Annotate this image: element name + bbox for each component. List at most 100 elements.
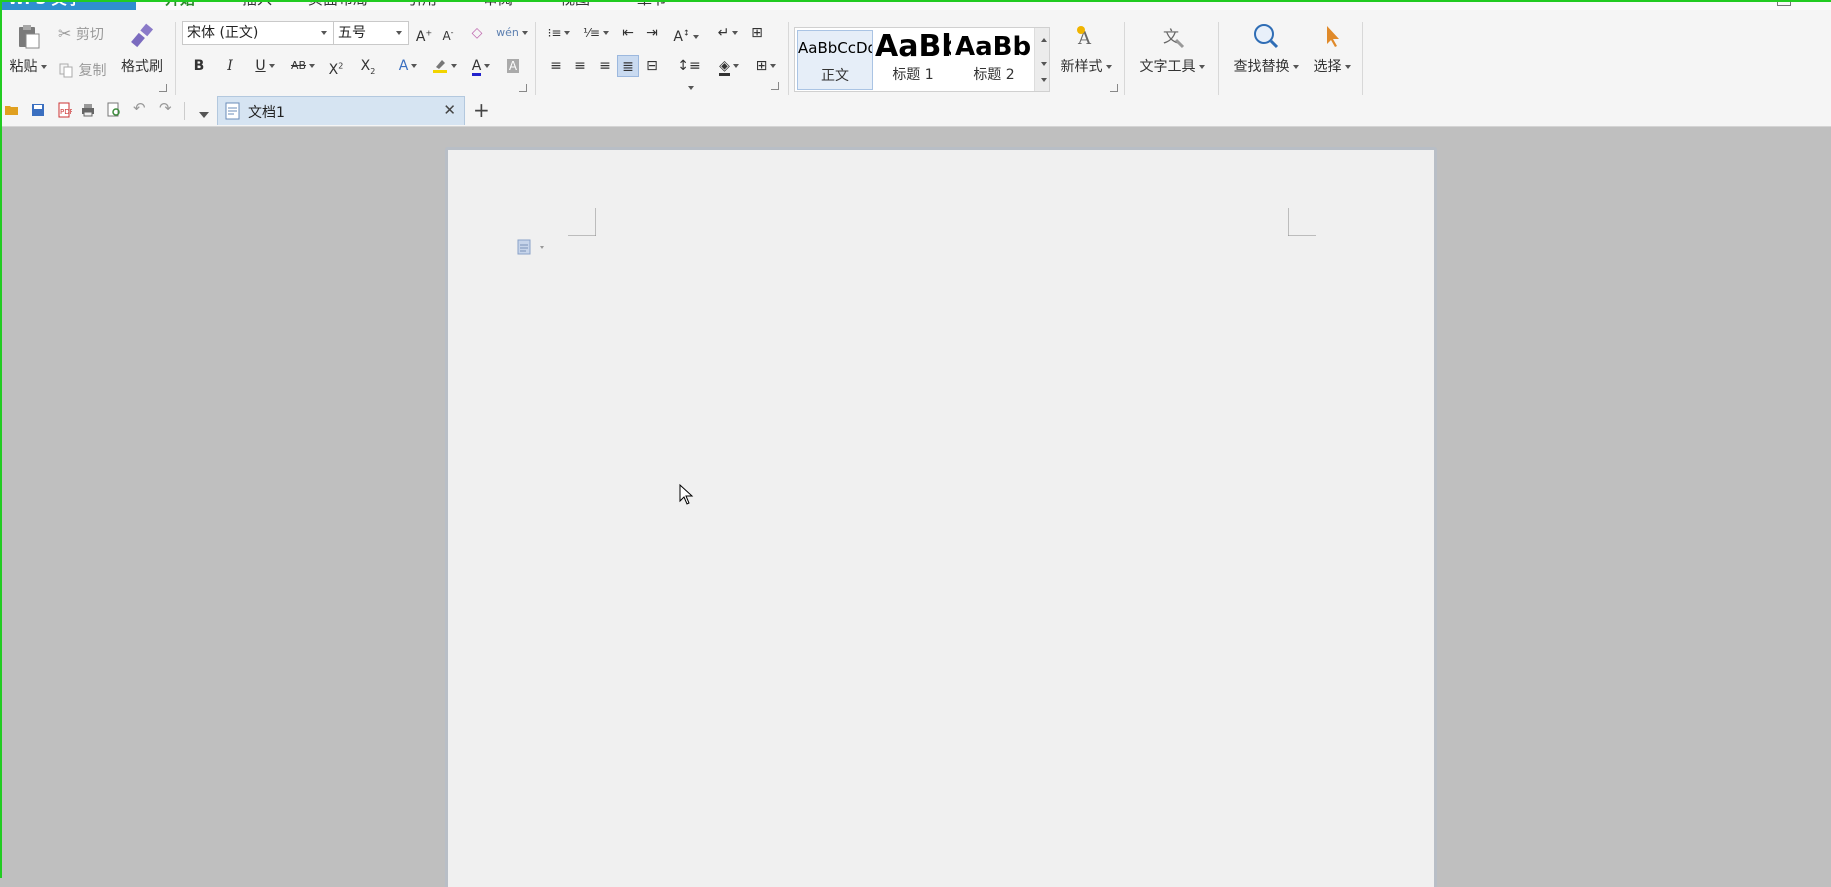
text-effect-button[interactable]: A (393, 55, 423, 77)
cut-button[interactable]: ✂ 剪切 (58, 24, 104, 44)
font-name-select[interactable]: 宋体 (正文) (182, 21, 334, 45)
align-left-button[interactable]: ≡ (545, 55, 567, 77)
grow-font-button[interactable]: A+ (413, 22, 435, 45)
style-heading-2[interactable]: AaBb( 标题 2 (955, 30, 1033, 90)
align-right-icon: ≡ (599, 58, 611, 74)
superscript-button[interactable]: X2 (325, 55, 347, 78)
italic-icon: I (227, 58, 233, 74)
numbering-button[interactable]: ⅟≡ (580, 22, 612, 44)
align-right-button[interactable]: ≡ (594, 55, 616, 77)
redo-icon[interactable]: ↷ (159, 99, 175, 117)
print-preview-icon[interactable] (106, 102, 122, 118)
new-style-button[interactable]: A 新样式 (1056, 22, 1116, 76)
line-spacing-icon: ↕≡ (677, 58, 701, 74)
paragraph-dialog-launcher[interactable] (771, 82, 779, 90)
line-spacing-button[interactable]: ↕≡ (673, 55, 705, 90)
styles-gallery-scroll[interactable] (1034, 28, 1049, 91)
margin-corner-top-left (568, 208, 596, 236)
font-dialog-launcher[interactable] (519, 84, 527, 92)
paste-options-icon[interactable] (516, 238, 550, 256)
font-color-button[interactable]: A (465, 55, 497, 77)
style-preview: AaBbCcDd (798, 39, 873, 57)
style-heading-1[interactable]: AaBb 标题 1 (875, 30, 951, 90)
borders-button[interactable]: ⊞ (750, 55, 782, 77)
qa-divider (184, 102, 185, 120)
shading-button[interactable]: ◈ (713, 55, 745, 77)
print-icon[interactable] (80, 102, 96, 118)
chevron-down-icon (396, 31, 402, 35)
chevron-down-icon (1344, 65, 1351, 69)
bold-icon: B (193, 58, 205, 74)
document-tab[interactable]: 文档1 ✕ (217, 96, 465, 125)
bold-button[interactable]: B (188, 55, 210, 77)
tab-references[interactable]: 引用 (407, 0, 437, 10)
close-icon[interactable]: ✕ (443, 101, 456, 119)
italic-button[interactable]: I (219, 55, 241, 77)
text-tools-button[interactable]: 文 文字工具 (1134, 22, 1210, 76)
justify-icon: ≣ (622, 59, 634, 75)
new-style-icon: A (1077, 26, 1092, 49)
open-folder-icon[interactable] (4, 102, 20, 118)
chevron-down-icon (1105, 65, 1112, 69)
paste-button[interactable]: 粘贴 (6, 22, 50, 76)
tab-view[interactable]: 视图 (560, 0, 590, 10)
font-size-select[interactable]: 五号 (333, 21, 409, 45)
paste-icon (19, 25, 40, 49)
subscript-icon: X2 (360, 58, 376, 76)
bullet-list-icon: ⁝≡ (547, 26, 562, 40)
text-direction-button[interactable]: A↕ (670, 22, 702, 45)
copy-button[interactable]: 复制 (58, 60, 106, 80)
customize-qa-icon[interactable] (196, 107, 212, 123)
chevron-down-icon (309, 64, 316, 68)
styles-dialog-launcher[interactable] (1110, 84, 1118, 92)
document-page[interactable] (445, 147, 1437, 887)
table-grid-button[interactable]: ⊞ (746, 22, 768, 44)
style-preview: AaBb( (955, 32, 1033, 62)
align-left-icon: ≡ (550, 58, 562, 74)
app-menu-button[interactable]: WPS 文字 (0, 0, 136, 10)
style-normal[interactable]: AaBbCcDd 正文 (797, 30, 873, 90)
border-icon: ⊞ (755, 58, 768, 74)
increase-indent-button[interactable]: ⇥ (641, 22, 663, 44)
chevron-down-icon (1198, 65, 1205, 69)
subscript-button[interactable]: X2 (357, 55, 379, 77)
strikethrough-icon: AB (290, 59, 307, 72)
decrease-indent-button[interactable]: ⇤ (617, 22, 639, 44)
style-preview: AaBb (875, 30, 951, 64)
show-marks-button[interactable]: ↵ (712, 22, 744, 44)
undo-icon[interactable]: ↶ (133, 99, 149, 117)
char-shading-button[interactable]: A (502, 55, 524, 77)
pinyin-icon: wén (496, 26, 519, 39)
pinyin-guide-button[interactable]: wén (496, 22, 528, 44)
shrink-font-button[interactable]: A- (437, 22, 459, 44)
window-layout-icon[interactable] (1777, 0, 1791, 6)
format-painter-label: 格式刷 (121, 59, 163, 75)
highlight-button[interactable] (428, 55, 460, 77)
find-replace-button[interactable]: 查找替换 (1228, 22, 1304, 76)
tab-chapter[interactable]: 章节 (637, 0, 667, 10)
justify-button[interactable]: ≣ (617, 55, 639, 77)
tab-review[interactable]: 审阅 (483, 0, 513, 10)
align-center-button[interactable]: ≡ (569, 55, 591, 77)
tab-home[interactable]: 开始 (165, 0, 195, 10)
group-divider (1218, 22, 1219, 98)
clear-format-button[interactable]: ◇ (466, 22, 488, 44)
font-size-value: 五号 (338, 25, 366, 41)
select-button[interactable]: 选择 (1308, 22, 1356, 76)
chevron-down-icon (321, 31, 327, 35)
strikethrough-button[interactable]: AB (286, 55, 320, 77)
format-painter-button[interactable]: 格式刷 (116, 22, 168, 76)
chevron-down-icon (40, 65, 47, 69)
new-tab-icon[interactable]: + (473, 98, 490, 122)
clipboard-dialog-launcher[interactable] (159, 84, 167, 92)
distribute-button[interactable]: ⊟ (641, 55, 663, 77)
outdent-icon: ⇤ (622, 25, 634, 41)
save-icon[interactable] (30, 102, 46, 118)
export-pdf-icon[interactable]: PDF (56, 102, 72, 118)
style-label: 正文 (821, 68, 849, 84)
tab-page-layout[interactable]: 页面布局 (308, 0, 368, 10)
ribbon-home: 粘贴 ✂ 剪切 复制 格式刷 宋体 (正文) 五号 A+ A- ◇ wén B … (0, 10, 1831, 98)
underline-button[interactable]: U (250, 55, 280, 77)
tab-insert[interactable]: 插入 (242, 0, 272, 10)
bullets-button[interactable]: ⁝≡ (543, 22, 575, 44)
